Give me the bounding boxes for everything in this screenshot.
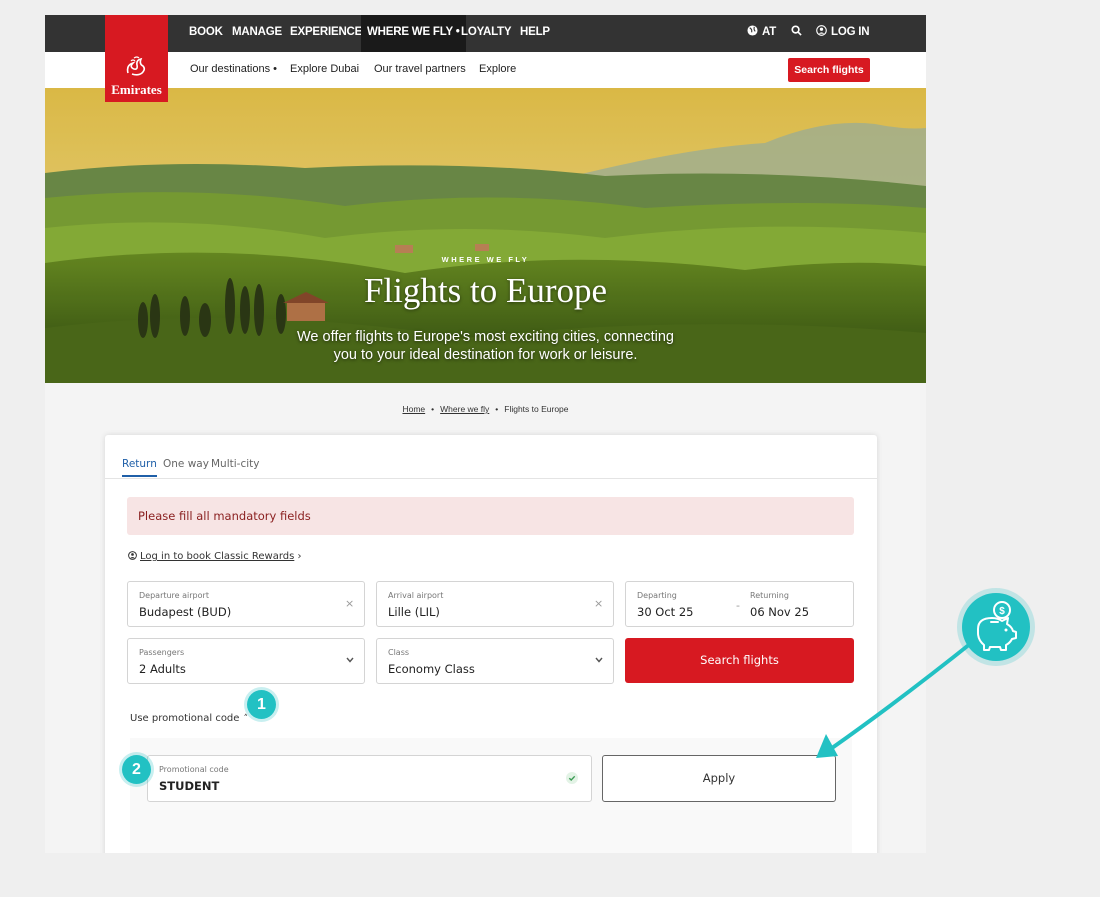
top-nav: BOOK MANAGE EXPERIENCE WHERE WE FLY • LO…: [45, 15, 926, 52]
error-alert-text: Please fill all mandatory fields: [138, 509, 311, 523]
arrival-airport-label: Arrival airport: [388, 591, 444, 600]
date-separator: -: [736, 599, 740, 612]
logo-text: Emirates: [111, 82, 162, 97]
departing-value: 30 Oct 25: [637, 605, 694, 619]
globe-icon: [747, 25, 758, 36]
flight-search-card: Return One way Multi-city Please fill al…: [105, 435, 877, 853]
breadcrumb-separator: •: [495, 404, 499, 414]
arrival-airport-value: Lille (LIL): [388, 605, 440, 619]
arrival-airport-field[interactable]: Arrival airport Lille (LIL) ×: [376, 581, 614, 627]
breadcrumb-where-we-fly[interactable]: Where we fly: [440, 404, 489, 414]
step-1-badge: 1: [247, 690, 276, 719]
emirates-calligraphy-icon: [126, 56, 146, 76]
breadcrumb-home[interactable]: Home: [402, 404, 425, 414]
nav-where-we-fly[interactable]: WHERE WE FLY •: [361, 15, 466, 52]
returning-label: Returning: [750, 591, 789, 600]
hero-banner: WHERE WE FLY Flights to Europe We offer …: [45, 88, 926, 383]
nav-loyalty[interactable]: LOYALTY: [461, 15, 512, 52]
nav-where-we-fly-label: WHERE WE FLY: [367, 26, 453, 38]
hero-eyebrow: WHERE WE FLY: [441, 255, 530, 264]
apply-promo-button[interactable]: Apply: [602, 755, 836, 802]
svg-text:$: $: [999, 606, 1005, 617]
cabin-class-value: Economy Class: [388, 662, 475, 676]
breadcrumb: Home • Where we fly • Flights to Europe: [45, 404, 926, 414]
classic-rewards-link[interactable]: Log in to book Classic Rewards ›: [128, 551, 302, 562]
passengers-label: Passengers: [139, 648, 185, 657]
login-label: LOG IN: [831, 26, 870, 38]
error-alert: Please fill all mandatory fields: [127, 497, 854, 535]
breadcrumb-separator: •: [431, 404, 435, 414]
tab-one-way[interactable]: One way: [163, 458, 209, 470]
subnav-our-destinations[interactable]: Our destinations •: [190, 63, 277, 75]
cabin-class-label: Class: [388, 648, 410, 657]
search-flights-button[interactable]: Search flights: [625, 638, 854, 683]
travel-dates-field[interactable]: Departing 30 Oct 25 - Returning 06 Nov 2…: [625, 581, 854, 627]
subnav-explore-dubai[interactable]: Explore Dubai: [290, 63, 359, 75]
step-2-badge: 2: [122, 755, 151, 784]
check-icon: [566, 772, 578, 784]
returning-value: 06 Nov 25: [750, 605, 810, 619]
passengers-select[interactable]: Passengers 2 Adults: [127, 638, 365, 684]
nav-book[interactable]: BOOK: [189, 15, 223, 52]
clear-icon[interactable]: ×: [594, 597, 603, 610]
emirates-page: BOOK MANAGE EXPERIENCE WHERE WE FLY • LO…: [45, 15, 926, 853]
hero-title: Flights to Europe: [363, 271, 608, 310]
promo-code-value: STUDENT: [159, 779, 220, 793]
emirates-logo[interactable]: Emirates: [105, 15, 168, 102]
search-icon[interactable]: [791, 15, 802, 52]
promo-code-input[interactable]: Promotional code STUDENT: [147, 755, 592, 802]
promo-code-label: Promotional code: [159, 765, 229, 774]
user-icon: [816, 25, 827, 36]
region-selector[interactable]: AT: [747, 15, 776, 52]
sub-nav: Our destinations • Explore Dubai Our tra…: [45, 52, 926, 89]
departure-airport-field[interactable]: Departure airport Budapest (BUD) ×: [127, 581, 365, 627]
header-search-flights-button[interactable]: Search flights: [788, 58, 870, 82]
promo-code-toggle-label: Use promotional code: [130, 713, 240, 724]
departure-airport-label: Departure airport: [139, 591, 209, 600]
breadcrumb-current: Flights to Europe: [504, 404, 569, 414]
chevron-up-icon: ˄: [243, 714, 248, 724]
user-icon: [128, 551, 137, 560]
nav-experience[interactable]: EXPERIENCE: [290, 15, 362, 52]
hero-subtitle-line2: you to your ideal destination for work o…: [333, 347, 638, 363]
hero-subtitle-line1: We offer flights to Europe's most exciti…: [297, 329, 674, 345]
departure-airport-value: Budapest (BUD): [139, 605, 232, 619]
chevron-down-icon: [595, 657, 603, 663]
region-label: AT: [762, 26, 777, 38]
chevron-right-icon: ›: [294, 551, 302, 562]
login-button[interactable]: LOG IN: [816, 15, 870, 52]
departing-label: Departing: [637, 591, 677, 600]
hero-subtitle: We offer flights to Europe's most exciti…: [45, 328, 926, 364]
nav-manage[interactable]: MANAGE: [232, 15, 282, 52]
subnav-explore[interactable]: Explore: [479, 63, 516, 75]
piggy-bank-savings-icon: $: [962, 593, 1030, 661]
cabin-class-select[interactable]: Class Economy Class: [376, 638, 614, 684]
clear-icon[interactable]: ×: [345, 597, 354, 610]
subnav-our-destinations-label: Our destinations: [190, 63, 271, 75]
promo-code-toggle[interactable]: Use promotional code ˄: [130, 713, 248, 724]
classic-rewards-label: Log in to book Classic Rewards: [140, 551, 295, 562]
chevron-down-icon: [346, 657, 354, 663]
tab-multi-city[interactable]: Multi-city: [211, 458, 259, 470]
dot-icon: •: [452, 26, 460, 38]
tab-return[interactable]: Return: [122, 458, 157, 477]
trip-type-tabs: Return One way Multi-city: [105, 435, 877, 479]
passengers-value: 2 Adults: [139, 662, 186, 676]
nav-help[interactable]: HELP: [520, 15, 550, 52]
subnav-travel-partners[interactable]: Our travel partners: [374, 63, 466, 75]
